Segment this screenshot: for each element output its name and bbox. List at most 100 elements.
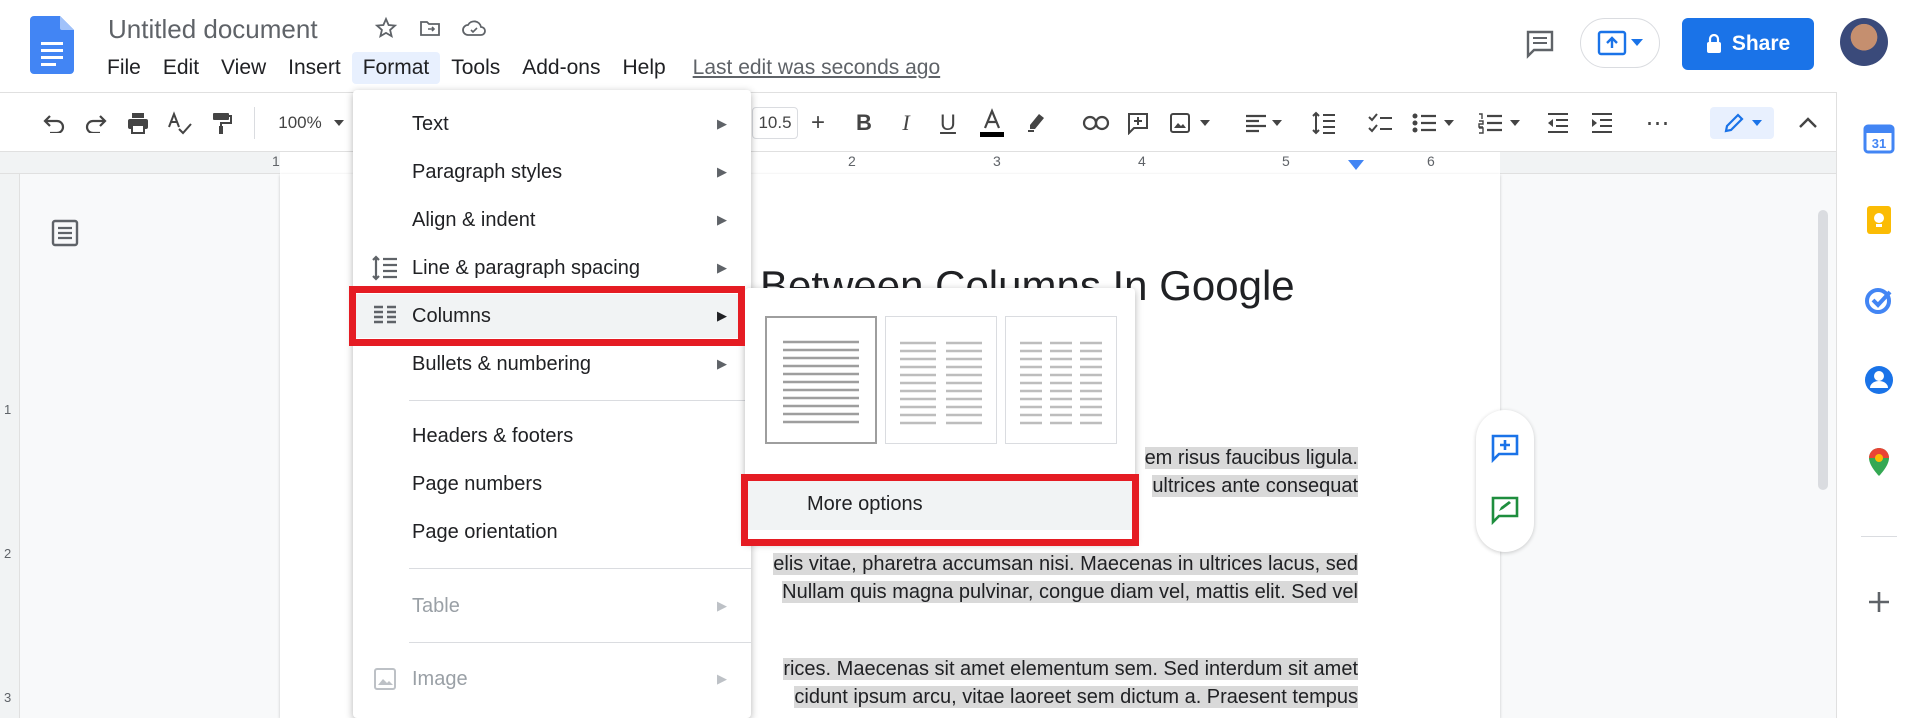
editing-mode-button[interactable]	[1710, 107, 1774, 139]
document-title[interactable]: Untitled document	[108, 14, 318, 45]
menu-item-page-numbers[interactable]: Page numbers	[353, 462, 751, 506]
document-outline-icon[interactable]	[50, 218, 80, 248]
menu-item-paragraph-styles[interactable]: Paragraph styles ▶	[353, 150, 751, 194]
ruler-tick: 2	[848, 153, 856, 169]
redo-icon[interactable]	[80, 107, 112, 139]
chevron-down-icon[interactable]	[1508, 107, 1522, 139]
submenu-arrow-icon: ▶	[717, 116, 727, 131]
tasks-icon[interactable]	[1863, 284, 1895, 316]
print-icon[interactable]	[122, 107, 154, 139]
menu-item-label: Page orientation	[412, 520, 558, 543]
insert-comment-icon[interactable]	[1122, 107, 1154, 139]
menu-item-bullets-numbering[interactable]: Bullets & numbering ▶	[353, 342, 751, 386]
ruler-tick: 1	[272, 153, 280, 169]
chevron-down-icon[interactable]	[1442, 107, 1456, 139]
menu-item-page-orientation[interactable]: Page orientation	[353, 510, 751, 554]
ruler-tick: 3	[993, 153, 1001, 169]
comment-history-icon[interactable]	[1520, 24, 1560, 64]
cloud-saved-icon[interactable]	[460, 14, 488, 42]
menu-item-align-indent[interactable]: Align & indent ▶	[353, 198, 751, 242]
italic-icon[interactable]: I	[890, 107, 922, 139]
contacts-icon[interactable]	[1863, 364, 1895, 396]
text-color-icon[interactable]	[974, 107, 1010, 139]
menu-item-table: Table ▶	[353, 584, 751, 628]
menu-item-line-spacing[interactable]: Line & paragraph spacing ▶	[353, 246, 751, 290]
menu-addons[interactable]: Add-ons	[511, 52, 611, 84]
present-icon	[1597, 30, 1627, 56]
three-column-option[interactable]	[1005, 316, 1117, 444]
increase-font-size-icon[interactable]: +	[804, 107, 832, 139]
menu-help[interactable]: Help	[611, 52, 676, 84]
menu-edit[interactable]: Edit	[152, 52, 210, 84]
link-icon[interactable]	[1078, 107, 1114, 139]
format-menu: Text ▶ Paragraph styles ▶ Align & indent ▶ …	[353, 90, 751, 718]
chevron-down-icon[interactable]	[1270, 107, 1284, 139]
menu-item-label: Headers & footers	[412, 424, 574, 447]
submenu-arrow-icon: ▶	[717, 212, 727, 227]
hide-menus-icon[interactable]	[1794, 107, 1822, 139]
chevron-down-icon	[1752, 120, 1762, 126]
right-indent-marker-icon[interactable]	[1348, 160, 1364, 172]
add-comment-icon[interactable]	[1489, 432, 1521, 464]
menu-insert[interactable]: Insert	[277, 52, 352, 84]
side-panel: 31	[1836, 92, 1920, 718]
chevron-down-icon[interactable]	[332, 107, 346, 139]
floating-action-bar	[1476, 410, 1534, 552]
menu-item-text[interactable]: Text ▶	[353, 102, 751, 146]
menu-tools[interactable]: Tools	[440, 52, 511, 84]
lock-icon	[1706, 34, 1721, 53]
menu-item-label: Text	[412, 112, 449, 135]
svg-text:31: 31	[1872, 136, 1886, 151]
star-icon[interactable]	[372, 14, 400, 42]
chevron-down-icon	[1631, 39, 1643, 46]
menu-item-headers-footers[interactable]: Headers & footers	[353, 414, 751, 458]
decrease-indent-icon[interactable]	[1542, 107, 1574, 139]
submenu-arrow-icon: ▶	[717, 164, 727, 179]
bold-icon[interactable]: B	[848, 107, 880, 139]
highlight-more-options-box	[741, 474, 1139, 546]
paragraph-line: elis vitae, pharetra accumsan nisi. Maec…	[773, 553, 1358, 575]
insert-image-icon[interactable]	[1164, 107, 1196, 139]
align-left-icon[interactable]	[1240, 107, 1272, 139]
checklist-icon[interactable]	[1364, 107, 1396, 139]
line-spacing-icon[interactable]	[1308, 107, 1340, 139]
menu-item-label: Bullets & numbering	[412, 352, 591, 375]
paragraph: rices. Maecenas sit amet elementum sem. …	[740, 655, 1358, 683]
move-folder-icon[interactable]	[416, 14, 444, 42]
avatar[interactable]	[1840, 18, 1888, 66]
one-column-option[interactable]	[765, 316, 877, 444]
keep-icon[interactable]	[1863, 204, 1895, 236]
share-button[interactable]: Share	[1682, 18, 1814, 70]
present-button[interactable]	[1580, 18, 1660, 68]
menu-format[interactable]: Format	[351, 52, 441, 84]
last-edit-link[interactable]: Last edit was seconds ago	[693, 56, 941, 80]
line-spacing-icon	[372, 255, 397, 281]
menu-divider	[409, 568, 751, 569]
maps-icon[interactable]	[1863, 446, 1895, 478]
spellcheck-icon[interactable]	[164, 107, 196, 139]
menu-divider	[409, 400, 751, 401]
highlight-color-icon[interactable]	[1020, 107, 1052, 139]
paint-format-icon[interactable]	[206, 107, 238, 139]
calendar-icon[interactable]: 31	[1863, 122, 1895, 154]
menu-file[interactable]: File	[96, 52, 152, 84]
pencil-icon	[1724, 113, 1744, 133]
submenu-arrow-icon: ▶	[717, 356, 727, 371]
add-addon-icon[interactable]	[1863, 586, 1895, 618]
menu-view[interactable]: View	[210, 52, 277, 84]
docs-logo-icon[interactable]	[30, 16, 74, 74]
font-size-input[interactable]: 10.5	[752, 107, 798, 139]
toolbar-divider	[254, 107, 255, 139]
more-options-icon[interactable]: ⋯	[1642, 107, 1674, 139]
underline-icon[interactable]: U	[932, 107, 964, 139]
zoom-select[interactable]: 100%	[270, 107, 330, 139]
numbered-list-icon[interactable]	[1474, 107, 1506, 139]
suggest-edits-icon[interactable]	[1489, 494, 1521, 526]
increase-indent-icon[interactable]	[1586, 107, 1618, 139]
bulleted-list-icon[interactable]	[1408, 107, 1440, 139]
paragraph-line: rices. Maecenas sit amet elementum sem. …	[783, 658, 1358, 680]
undo-icon[interactable]	[38, 107, 70, 139]
chevron-down-icon[interactable]	[1198, 107, 1212, 139]
scrollbar[interactable]	[1818, 210, 1828, 490]
two-column-option[interactable]	[885, 316, 997, 444]
